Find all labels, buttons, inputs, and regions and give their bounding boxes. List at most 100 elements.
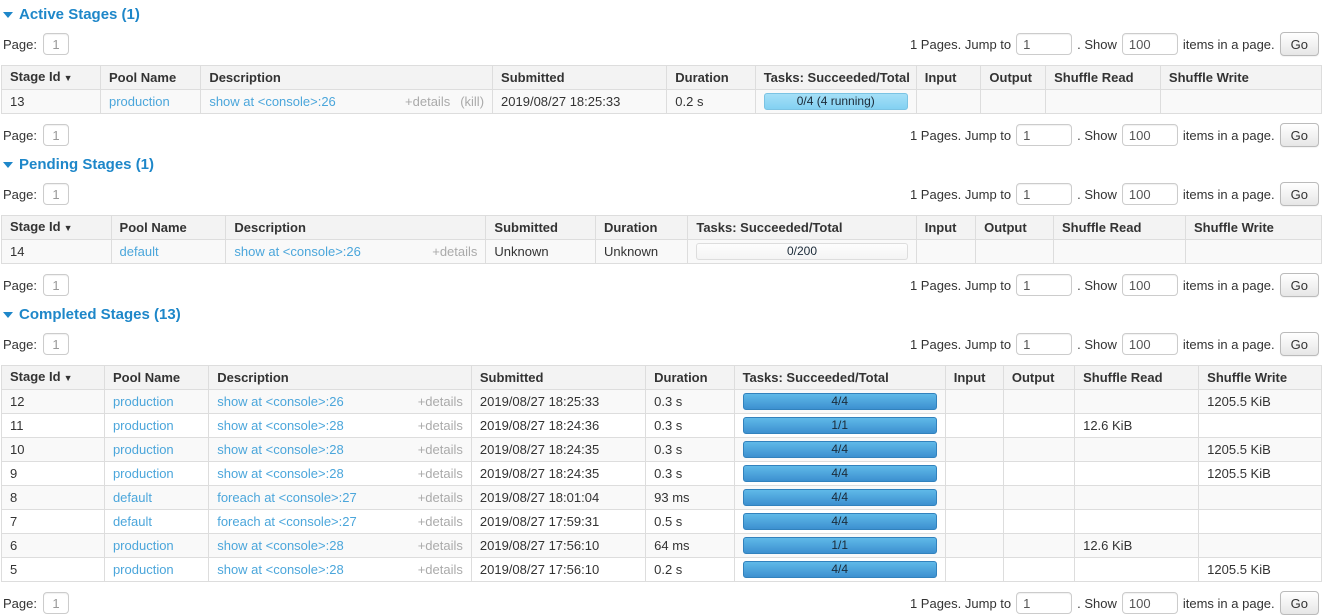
tasks-progress-cell: 4/4 [734,462,945,486]
show-label: . Show [1077,278,1117,293]
column-header-input[interactable]: Input [916,66,981,90]
stage-description-link[interactable]: show at <console>:28 [217,442,343,457]
show-count-input[interactable] [1122,124,1178,146]
details-toggle[interactable]: +details [418,538,463,553]
column-header-tasks-succeeded-total[interactable]: Tasks: Succeeded/Total [734,366,945,390]
column-header-duration[interactable]: Duration [646,366,734,390]
column-header-description[interactable]: Description [226,216,486,240]
details-toggle[interactable]: +details [418,514,463,529]
column-header-submitted[interactable]: Submitted [471,366,645,390]
show-count-input[interactable] [1122,33,1178,55]
go-button[interactable]: Go [1280,591,1319,615]
pool-link[interactable]: production [113,442,174,457]
details-toggle[interactable]: +details [418,466,463,481]
column-header-input[interactable]: Input [916,216,975,240]
stage-row-10: 10productionshow at <console>:28+details… [2,438,1322,462]
jump-to-input[interactable] [1016,592,1072,614]
column-header-tasks-succeeded-total[interactable]: Tasks: Succeeded/Total [688,216,916,240]
stage-description-link[interactable]: show at <console>:26 [209,94,335,109]
column-header-stage-id[interactable]: Stage Id▼ [2,366,105,390]
stage-description-link[interactable]: foreach at <console>:27 [217,514,357,529]
column-header-tasks-succeeded-total[interactable]: Tasks: Succeeded/Total [755,66,916,90]
shuffle-write-cell [1199,534,1322,558]
stage-description-link[interactable]: show at <console>:28 [217,466,343,481]
pool-name-cell: default [111,240,226,264]
pool-link[interactable]: production [113,394,174,409]
pool-link[interactable]: production [113,538,174,553]
stage-description-link[interactable]: show at <console>:28 [217,418,343,433]
details-toggle[interactable]: +details [418,394,463,409]
column-header-pool-name[interactable]: Pool Name [101,66,201,90]
sort-desc-icon: ▼ [64,373,73,383]
column-header-submitted[interactable]: Submitted [493,66,667,90]
pagination-controls: 1 Pages. Jump to . Show items in a page.… [910,182,1322,206]
column-header-input[interactable]: Input [945,366,1003,390]
section-heading-completed[interactable]: Completed Stages (13) [3,306,1322,323]
pool-link[interactable]: default [113,514,152,529]
input-cell [916,240,975,264]
details-toggle[interactable]: +details [418,490,463,505]
jump-to-input[interactable] [1016,124,1072,146]
show-count-input[interactable] [1122,333,1178,355]
page-input[interactable] [43,592,69,614]
pool-link[interactable]: production [113,418,174,433]
page-input[interactable] [43,33,69,55]
column-header-pool-name[interactable]: Pool Name [104,366,208,390]
page-input[interactable] [43,124,69,146]
page-label: Page: [3,596,37,611]
jump-to-input[interactable] [1016,183,1072,205]
go-button[interactable]: Go [1280,273,1319,297]
column-header-shuffle-read[interactable]: Shuffle Read [1046,66,1161,90]
column-header-submitted[interactable]: Submitted [486,216,596,240]
kill-link[interactable]: (kill) [460,94,484,109]
stage-description-link[interactable]: show at <console>:28 [217,538,343,553]
pool-link[interactable]: default [113,490,152,505]
section-heading-pending[interactable]: Pending Stages (1) [3,156,1322,173]
show-count-input[interactable] [1122,592,1178,614]
stage-description-link[interactable]: foreach at <console>:27 [217,490,357,505]
column-header-description[interactable]: Description [209,366,472,390]
jump-to-input[interactable] [1016,33,1072,55]
go-button[interactable]: Go [1280,123,1319,147]
pool-link[interactable]: production [113,562,174,577]
go-button[interactable]: Go [1280,332,1319,356]
pool-link[interactable]: production [113,466,174,481]
stage-description-link[interactable]: show at <console>:26 [217,394,343,409]
column-header-shuffle-write[interactable]: Shuffle Write [1185,216,1321,240]
column-header-stage-id[interactable]: Stage Id▼ [2,66,101,90]
details-toggle[interactable]: +details [418,562,463,577]
tasks-progress-bar: 4/4 [743,561,937,578]
column-header-shuffle-read[interactable]: Shuffle Read [1053,216,1185,240]
stage-description-link[interactable]: show at <console>:28 [217,562,343,577]
section-heading-active[interactable]: Active Stages (1) [3,6,1322,23]
details-toggle[interactable]: +details [432,244,477,259]
column-header-stage-id[interactable]: Stage Id▼ [2,216,112,240]
pool-link[interactable]: default [120,244,159,259]
page-input[interactable] [43,333,69,355]
column-header-duration[interactable]: Duration [667,66,755,90]
details-toggle[interactable]: +details [405,94,450,109]
stage-description-link[interactable]: show at <console>:26 [234,244,360,259]
column-header-shuffle-read[interactable]: Shuffle Read [1075,366,1199,390]
go-button[interactable]: Go [1280,32,1319,56]
column-header-description[interactable]: Description [201,66,493,90]
show-count-input[interactable] [1122,274,1178,296]
column-header-duration[interactable]: Duration [595,216,687,240]
show-count-input[interactable] [1122,183,1178,205]
details-toggle[interactable]: +details [418,418,463,433]
column-header-output[interactable]: Output [981,66,1046,90]
column-header-shuffle-write[interactable]: Shuffle Write [1160,66,1321,90]
go-button[interactable]: Go [1280,182,1319,206]
column-header-pool-name[interactable]: Pool Name [111,216,226,240]
column-label: Input [925,220,957,235]
details-toggle[interactable]: +details [418,442,463,457]
column-header-output[interactable]: Output [1003,366,1074,390]
jump-to-input[interactable] [1016,333,1072,355]
jump-to-input[interactable] [1016,274,1072,296]
page-input[interactable] [43,183,69,205]
page-input[interactable] [43,274,69,296]
column-header-output[interactable]: Output [976,216,1054,240]
pool-link[interactable]: production [109,94,170,109]
tasks-progress-cell: 1/1 [734,414,945,438]
column-header-shuffle-write[interactable]: Shuffle Write [1199,366,1322,390]
